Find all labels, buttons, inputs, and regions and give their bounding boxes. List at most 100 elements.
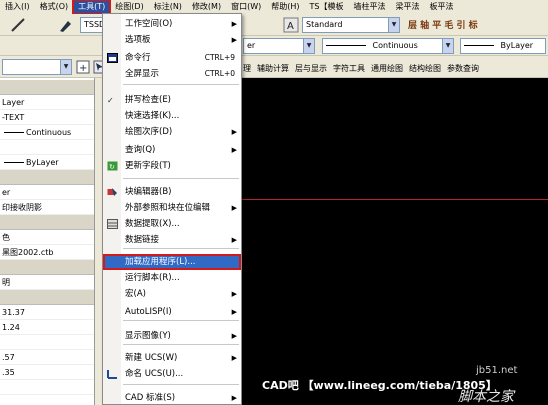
- linetype-value: Continuous: [372, 41, 418, 50]
- menu-slab[interactable]: 板平法: [424, 0, 458, 14]
- autocad-window: 插入(I) 格式(O) 工具(T) 绘图(D) 标注(N) 修改(M) 窗口(W…: [0, 0, 548, 405]
- submenu-arrow-icon: ▶: [231, 20, 237, 28]
- property-group-header[interactable]: [0, 290, 94, 305]
- strip-item[interactable]: 结构绘图: [406, 63, 444, 74]
- menu-item[interactable]: ↻ 更新字段(T): [103, 158, 241, 174]
- line-preview: [4, 132, 24, 133]
- property-row[interactable]: [0, 380, 94, 395]
- linetype-preview: [326, 45, 366, 46]
- menu-draw[interactable]: 绘图(D): [110, 0, 148, 14]
- strip-item[interactable]: 参数查询: [444, 63, 482, 74]
- ucs-icon: [107, 369, 118, 379]
- property-row[interactable]: 印接收阴影: [0, 200, 94, 215]
- property-value: .57: [2, 353, 15, 362]
- menu-wall-column[interactable]: 墙柱平法: [348, 0, 390, 14]
- property-row[interactable]: 31.37: [0, 305, 94, 320]
- menu-shortcut: CTRL+0: [204, 69, 235, 78]
- menu-item[interactable]: 全屏显示 CTRL+0: [103, 66, 241, 82]
- menu-item[interactable]: 快速选择(K)...: [103, 108, 241, 124]
- style-combo-value: TSSD: [84, 20, 104, 29]
- toggle-pickadd-icon[interactable]: +: [76, 60, 90, 74]
- drawing-canvas[interactable]: [240, 78, 548, 405]
- property-row[interactable]: -TEXT: [0, 110, 94, 125]
- property-row[interactable]: er: [0, 185, 94, 200]
- property-group-header[interactable]: [0, 80, 94, 95]
- property-row[interactable]: Continuous: [0, 125, 94, 140]
- line-preview: [4, 162, 24, 163]
- menu-item[interactable]: 命令行 CTRL+9: [103, 50, 241, 66]
- menu-item[interactable]: CAD 标准(S) ▶: [103, 390, 241, 404]
- menu-item[interactable]: 命名 UCS(U)...: [103, 366, 241, 382]
- menu-item[interactable]: 宏(A) ▶: [103, 286, 241, 302]
- menu-format[interactable]: 格式(O): [35, 0, 74, 14]
- menu-modify[interactable]: 修改(M): [187, 0, 226, 14]
- menu-item[interactable]: 数据链接 ▶: [103, 232, 241, 248]
- menu-help[interactable]: 帮助(H): [266, 0, 304, 14]
- property-value: 色: [2, 233, 10, 242]
- strip-item[interactable]: 通用绘图: [368, 63, 406, 74]
- menu-item-label: 外部参照和块在位编辑: [125, 203, 211, 213]
- text-style-combo[interactable]: Standard ▼: [302, 17, 400, 33]
- strip-item[interactable]: 理: [240, 63, 254, 74]
- layer-combo[interactable]: er ▼: [243, 38, 315, 54]
- menu-dimension[interactable]: 标注(N): [149, 0, 187, 14]
- text-style-icon[interactable]: A: [283, 17, 299, 33]
- menu-item[interactable]: 选项板 ▶: [103, 32, 241, 48]
- crosshair-line: [240, 199, 548, 200]
- menu-item[interactable]: 外部参照和块在位编辑 ▶: [103, 200, 241, 216]
- property-row[interactable]: 黑图2002.ctb: [0, 245, 94, 260]
- menu-item[interactable]: 块编辑器(B): [103, 184, 241, 200]
- menu-item[interactable]: 加载应用程序(L)...: [103, 254, 241, 270]
- property-value: -TEXT: [2, 113, 25, 122]
- property-value: ByLayer: [26, 158, 59, 167]
- lineweight-combo[interactable]: ByLayer: [460, 38, 546, 54]
- property-row[interactable]: 明: [0, 275, 94, 290]
- menu-beam[interactable]: 梁平法: [390, 0, 424, 14]
- submenu-arrow-icon: ▶: [231, 128, 237, 136]
- menu-item-label: AutoLISP(I): [125, 307, 172, 317]
- menu-item-label: CAD 标准(S): [125, 393, 176, 403]
- menu-window[interactable]: 窗口(W): [226, 0, 266, 14]
- property-row[interactable]: [0, 335, 94, 350]
- strip-item[interactable]: 字符工具: [330, 63, 368, 74]
- property-row[interactable]: [0, 140, 94, 155]
- property-group-header[interactable]: [0, 170, 94, 185]
- strip-item[interactable]: 层与显示: [292, 63, 330, 74]
- property-row[interactable]: .35: [0, 365, 94, 380]
- property-value: 明: [2, 278, 10, 287]
- menu-item[interactable]: 工作空间(O) ▶: [103, 16, 241, 32]
- property-row[interactable]: .57: [0, 350, 94, 365]
- menu-item-label: 块编辑器(B): [125, 187, 172, 197]
- linetype-combo[interactable]: Continuous ▼: [322, 38, 454, 54]
- menu-ts-template[interactable]: TS【模板: [305, 0, 349, 14]
- property-group-header[interactable]: [0, 260, 94, 275]
- submenu-arrow-icon: ▶: [231, 290, 237, 298]
- property-group-header[interactable]: [0, 215, 94, 230]
- menu-item[interactable]: ✓ 拼写检查(E): [103, 92, 241, 108]
- style-combo[interactable]: TSSD: [80, 17, 104, 33]
- chevron-down-icon: ▼: [60, 60, 71, 74]
- menu-item[interactable]: 新建 UCS(W) ▶: [103, 350, 241, 366]
- tssd-toolbar-label[interactable]: 层 轴 平 毛 引 标: [408, 18, 478, 31]
- property-row[interactable]: 色: [0, 230, 94, 245]
- menu-item-label: 命令行: [125, 53, 151, 63]
- menu-item[interactable]: AutoLISP(I) ▶: [103, 304, 241, 320]
- menu-item[interactable]: 显示图像(Y) ▶: [103, 328, 241, 344]
- object-combo[interactable]: ▼: [2, 59, 72, 75]
- pen-icon[interactable]: [58, 17, 74, 33]
- property-value: 1.24: [2, 323, 20, 332]
- menu-insert[interactable]: 插入(I): [0, 0, 35, 14]
- menu-item[interactable]: 绘图次序(D) ▶: [103, 124, 241, 140]
- menu-item-label: 数据链接: [125, 235, 160, 245]
- menu-item[interactable]: 查询(Q) ▶: [103, 142, 241, 158]
- draw-line-icon[interactable]: [10, 17, 26, 33]
- submenu-arrow-icon: ▶: [231, 236, 237, 244]
- menu-tools[interactable]: 工具(T): [72, 0, 112, 14]
- property-value: Continuous: [26, 128, 72, 137]
- strip-item[interactable]: 辅助计算: [254, 63, 292, 74]
- property-row[interactable]: 1.24: [0, 320, 94, 335]
- property-row[interactable]: Layer: [0, 95, 94, 110]
- menu-item[interactable]: 运行脚本(R)...: [103, 270, 241, 286]
- property-row[interactable]: ByLayer: [0, 155, 94, 170]
- menu-item[interactable]: 数据提取(X)...: [103, 216, 241, 232]
